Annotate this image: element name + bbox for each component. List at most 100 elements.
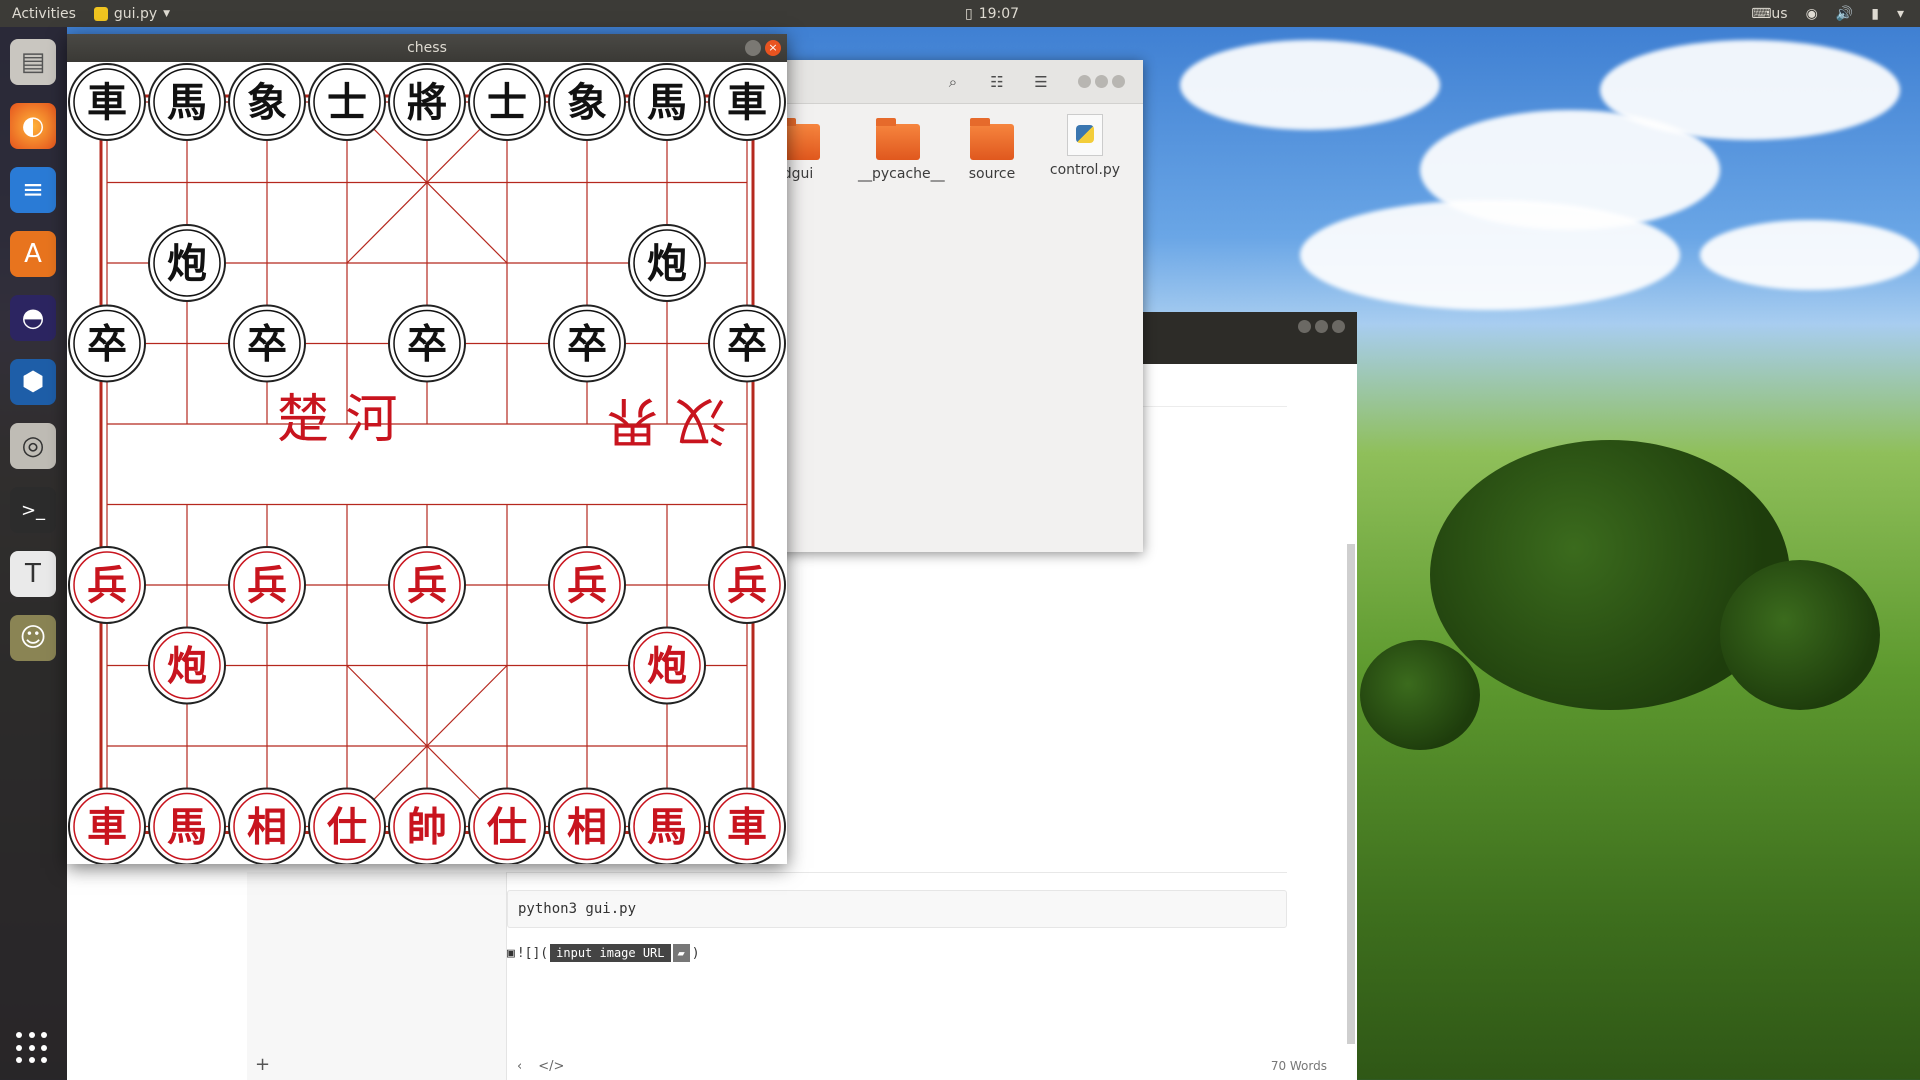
file-item[interactable]: control.py: [1045, 114, 1125, 178]
chevron-down-icon: ▼: [163, 8, 171, 19]
wifi-icon[interactable]: ◉: [1806, 6, 1818, 22]
add-file-button[interactable]: +: [255, 1054, 270, 1075]
gimp-icon[interactable]: ☺: [10, 615, 56, 661]
piece-label: 帥: [407, 804, 447, 851]
activities-button[interactable]: Activities: [0, 6, 88, 22]
piece-label: 卒: [567, 321, 607, 368]
eclipse-icon[interactable]: ◓: [10, 295, 56, 341]
red-piece[interactable]: 兵: [68, 546, 146, 624]
text-editor-icon[interactable]: T: [10, 551, 56, 597]
files-icon[interactable]: ▤: [10, 39, 56, 85]
minimize-icon[interactable]: [1078, 75, 1091, 88]
image-url-input[interactable]: input image URL: [550, 944, 671, 962]
red-piece[interactable]: 仕: [308, 787, 386, 865]
view-options-icon[interactable]: ☷: [984, 69, 1010, 95]
black-piece[interactable]: 炮: [148, 224, 226, 302]
chess-titlebar[interactable]: chess ×: [67, 34, 787, 62]
maximize-icon[interactable]: [1095, 75, 1108, 88]
piece-label: 車: [87, 804, 127, 851]
piece-label: 仕: [327, 804, 367, 851]
piece-label: 炮: [647, 240, 687, 287]
virtualbox-icon[interactable]: ⬢: [10, 359, 56, 405]
source-code-icon[interactable]: </>: [538, 1059, 564, 1074]
minimize-icon[interactable]: [1298, 320, 1311, 333]
chess-board[interactable]: 楚 河 汉 界 車馬象士將士象馬車炮 炮卒卒卒卒卒兵兵兵兵兵炮 炮車馬相仕帥仕相馬車: [67, 62, 787, 864]
piece-label: 炮: [167, 240, 207, 287]
black-piece[interactable]: 卒: [388, 304, 466, 383]
image-insert-line[interactable]: ▣ ![]( input image URL ▰ ): [507, 944, 700, 962]
system-tray[interactable]: ⌨us ◉ 🔊 ▮ ▾: [1751, 6, 1904, 22]
close-icon[interactable]: ×: [765, 40, 781, 56]
red-piece[interactable]: 兵: [708, 546, 786, 624]
black-piece[interactable]: 車: [68, 63, 146, 141]
show-applications-icon[interactable]: [16, 1032, 48, 1064]
black-piece[interactable]: 馬: [628, 63, 706, 141]
close-icon[interactable]: [1112, 75, 1125, 88]
writer-icon[interactable]: ≡: [10, 167, 56, 213]
black-piece[interactable]: 車: [708, 63, 786, 141]
firefox-icon[interactable]: ◐: [10, 103, 56, 149]
editor-sidebar: [247, 872, 507, 1080]
river-label-right: 汉 界: [606, 390, 727, 450]
piece-label: 車: [87, 79, 127, 126]
red-piece[interactable]: 車: [708, 787, 786, 865]
volume-icon[interactable]: 🔊: [1836, 6, 1853, 22]
red-piece[interactable]: 仕: [468, 787, 546, 865]
folder-item[interactable]: source: [952, 118, 1032, 182]
folder-icon[interactable]: ▰: [672, 944, 690, 962]
red-piece[interactable]: 兵: [548, 546, 626, 624]
black-piece[interactable]: 士: [468, 63, 546, 141]
black-piece[interactable]: 將: [388, 63, 466, 141]
black-piece[interactable]: 象: [228, 63, 306, 141]
black-piece[interactable]: 卒: [548, 304, 626, 383]
menu-icon[interactable]: ☰: [1028, 69, 1054, 95]
search-icon[interactable]: ⌕: [940, 69, 966, 95]
piece-label: 兵: [87, 562, 127, 609]
red-piece[interactable]: 炮: [148, 626, 226, 705]
minimize-icon[interactable]: [745, 40, 761, 56]
red-piece[interactable]: 相: [228, 787, 306, 865]
chess-window: chess × 楚 河 汉 界 車馬象士將士象馬車炮炮卒卒卒卒卒兵兵兵兵兵炮炮車…: [67, 34, 787, 864]
folder-item[interactable]: __pycache__: [858, 118, 945, 182]
black-piece[interactable]: 炮: [628, 224, 706, 302]
file-label: source: [968, 166, 1016, 182]
scrollbar[interactable]: [1347, 544, 1355, 1044]
red-piece[interactable]: 兵: [228, 546, 306, 624]
red-piece[interactable]: 馬: [628, 787, 706, 865]
keyboard-layout[interactable]: ⌨us: [1751, 6, 1787, 22]
red-piece[interactable]: 帥: [388, 787, 466, 865]
chevron-down-icon[interactable]: ▾: [1897, 6, 1904, 22]
image-suffix: ): [691, 945, 700, 961]
piece-label: 象: [247, 79, 287, 126]
red-piece[interactable]: 兵: [388, 546, 466, 624]
piece-label: 兵: [567, 562, 607, 609]
word-count: 70 Words: [1270, 1059, 1327, 1073]
black-piece[interactable]: 卒: [228, 304, 306, 383]
battery-icon[interactable]: ▮: [1871, 6, 1879, 22]
maximize-icon[interactable]: [1315, 320, 1328, 333]
black-piece[interactable]: 士: [308, 63, 386, 141]
folder-icon: [970, 118, 1014, 160]
editor-titlebar[interactable]: [1143, 312, 1357, 364]
red-piece[interactable]: 炮: [628, 626, 706, 705]
code-block[interactable]: python3 gui.py: [507, 890, 1287, 928]
speaker-icon[interactable]: ◎: [10, 423, 56, 469]
app-menu[interactable]: gui.py ▼: [93, 5, 171, 22]
chevron-left-icon[interactable]: ‹: [517, 1059, 522, 1074]
close-icon[interactable]: [1332, 320, 1345, 333]
black-piece[interactable]: 卒: [68, 304, 146, 383]
piece-label: 馬: [167, 79, 207, 126]
red-piece[interactable]: 車: [68, 787, 146, 865]
red-piece[interactable]: 馬: [148, 787, 226, 865]
app-menu-label: gui.py: [113, 5, 158, 22]
black-piece[interactable]: 馬: [148, 63, 226, 141]
top-bar: Activities gui.py ▼ ▯ 19:07 ⌨us ◉ 🔊 ▮ ▾: [0, 0, 1920, 27]
black-piece[interactable]: 卒: [708, 304, 786, 383]
black-piece[interactable]: 象: [548, 63, 626, 141]
red-piece[interactable]: 相: [548, 787, 626, 865]
piece-label: 將: [407, 79, 447, 126]
software-center-icon[interactable]: A: [10, 231, 56, 277]
clock[interactable]: ▯ 19:07: [965, 6, 1019, 22]
terminal-icon[interactable]: >_: [10, 487, 56, 533]
image-prefix: ![](: [516, 945, 549, 961]
